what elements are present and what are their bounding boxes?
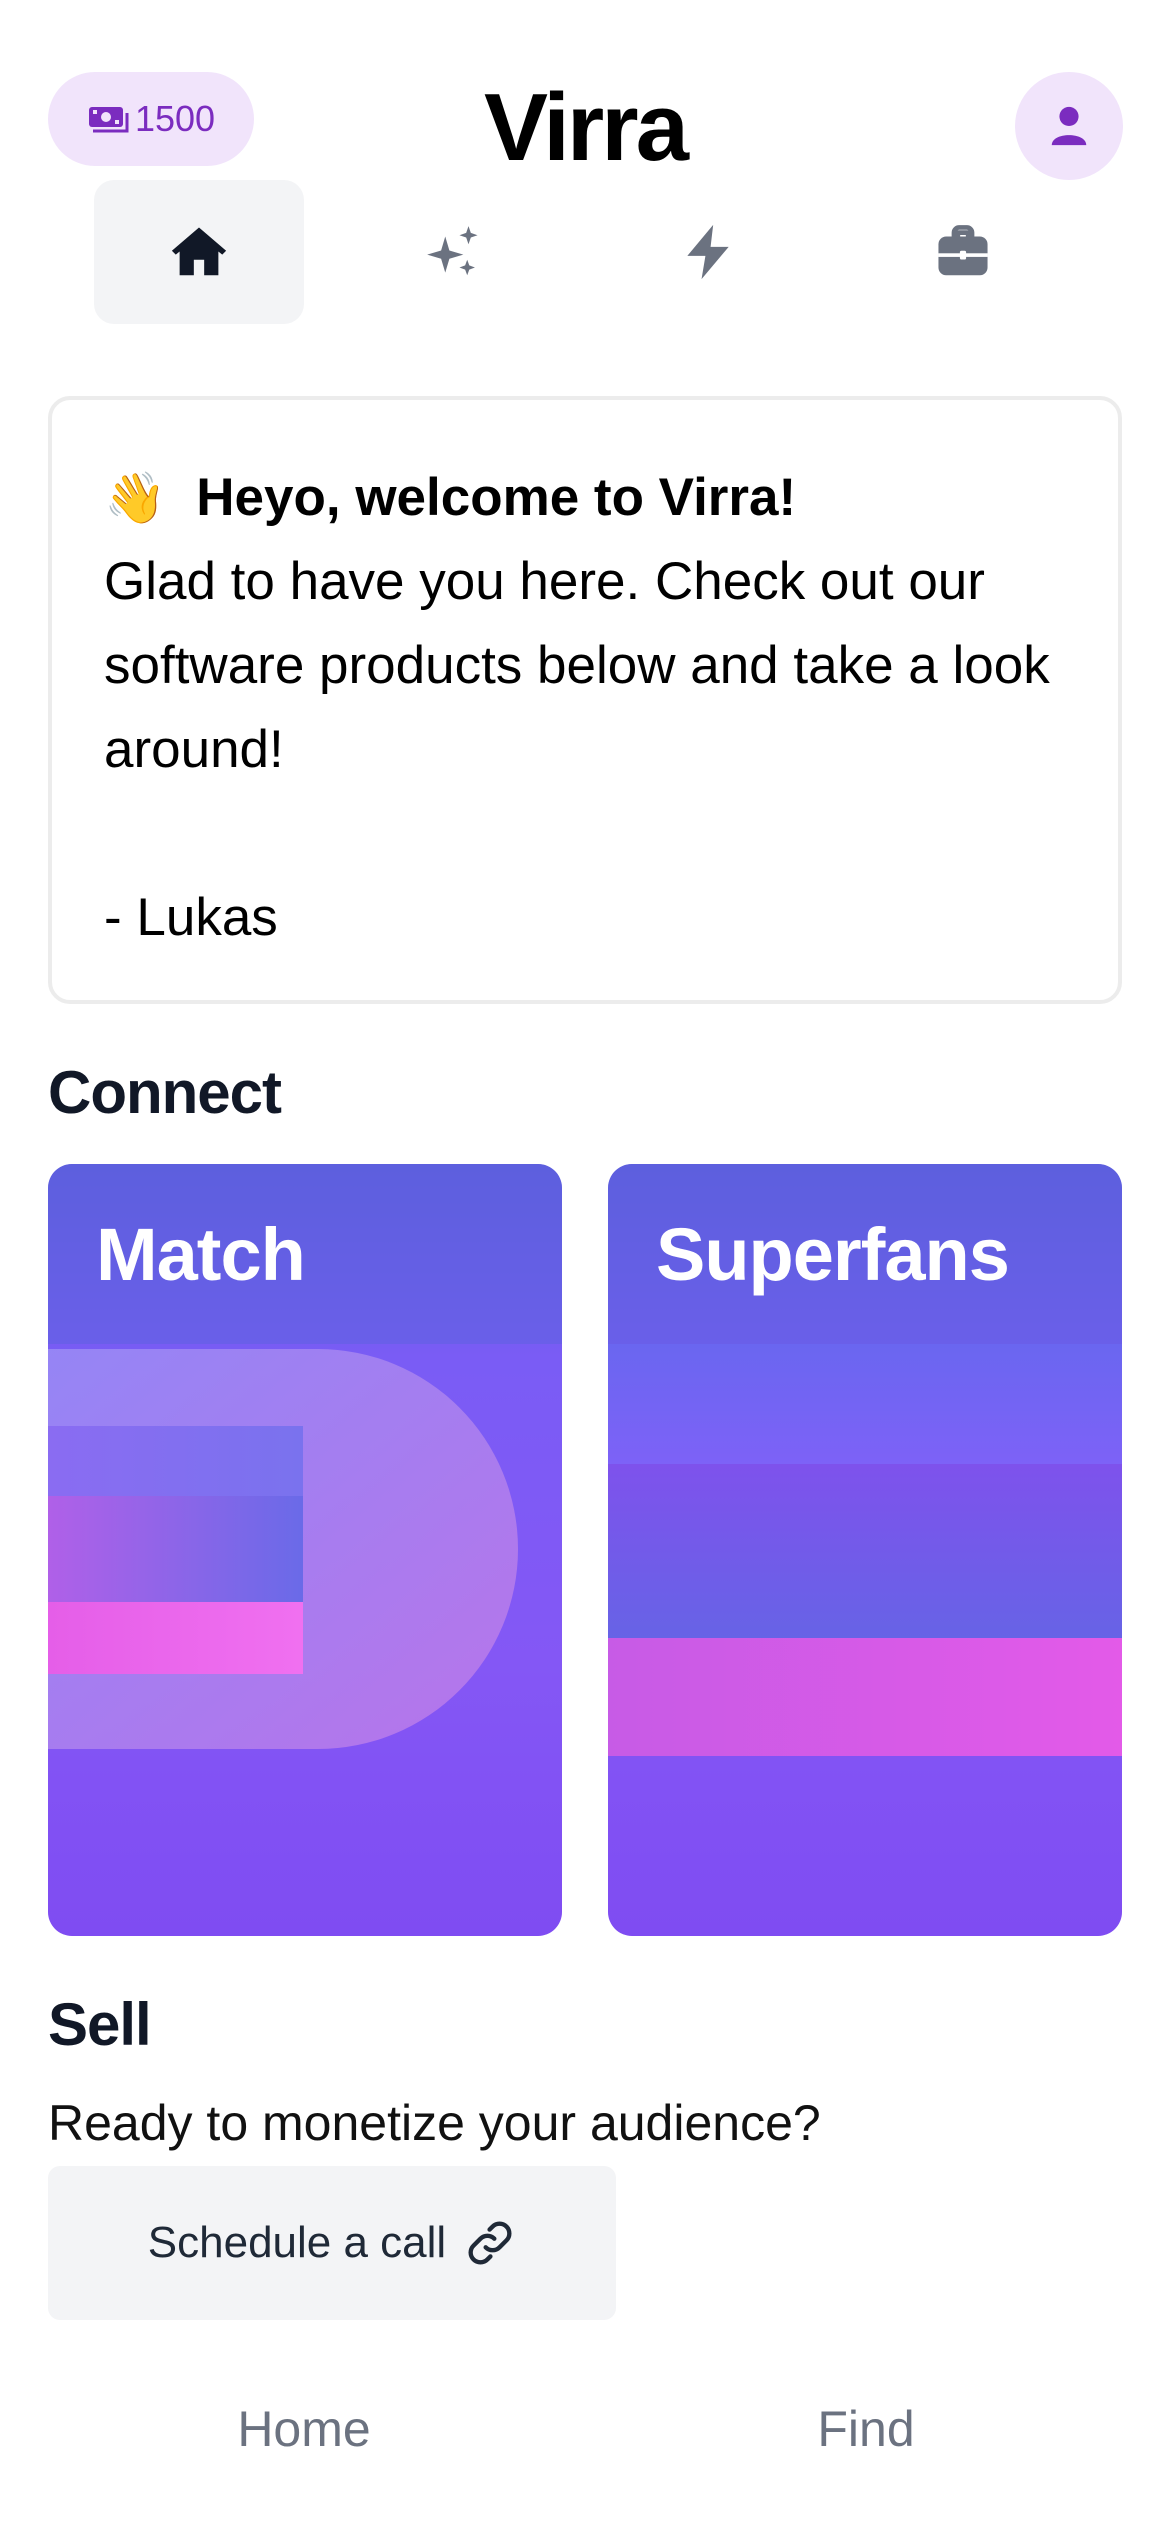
welcome-heading-row: 👋 Heyo, welcome to Virra! <box>104 456 1066 540</box>
briefcase-icon <box>938 225 988 276</box>
profile-button[interactable] <box>1015 72 1123 180</box>
tab-discover[interactable] <box>348 180 558 324</box>
link-icon <box>468 2221 512 2265</box>
superfans-card-title: Superfans <box>656 1213 1010 1296</box>
sell-subtitle: Ready to monetize your audience? <box>48 2095 821 2151</box>
tab-business[interactable] <box>858 180 1068 324</box>
welcome-card: 👋 Heyo, welcome to Virra! Glad to have y… <box>48 396 1122 1004</box>
tab-home[interactable] <box>94 180 304 324</box>
match-card-title: Match <box>96 1213 306 1296</box>
tab-activity[interactable] <box>603 180 813 324</box>
schedule-call-label: Schedule a call <box>147 2218 447 2267</box>
bottom-nav-find[interactable]: Find <box>666 2400 1066 2458</box>
bottom-nav-home[interactable]: Home <box>104 2400 504 2458</box>
schedule-call-button[interactable]: Schedule a call <box>48 2166 616 2320</box>
superfans-card[interactable]: Superfans <box>608 1164 1122 1936</box>
app-title: Virra <box>483 74 689 181</box>
welcome-body: Glad to have you here. Check out our sof… <box>104 552 1050 779</box>
sparkles-icon <box>427 226 478 276</box>
user-icon <box>1051 106 1087 146</box>
waving-hand-icon: 👋 <box>104 470 167 526</box>
sell-heading: Sell <box>48 1991 152 2058</box>
welcome-signature: - Lukas <box>104 888 278 947</box>
bolt-icon <box>687 224 729 280</box>
welcome-heading: Heyo, welcome to Virra! <box>196 468 797 527</box>
connect-heading: Connect <box>48 1059 282 1126</box>
home-icon <box>171 227 227 276</box>
match-card[interactable]: Match <box>48 1164 562 1936</box>
